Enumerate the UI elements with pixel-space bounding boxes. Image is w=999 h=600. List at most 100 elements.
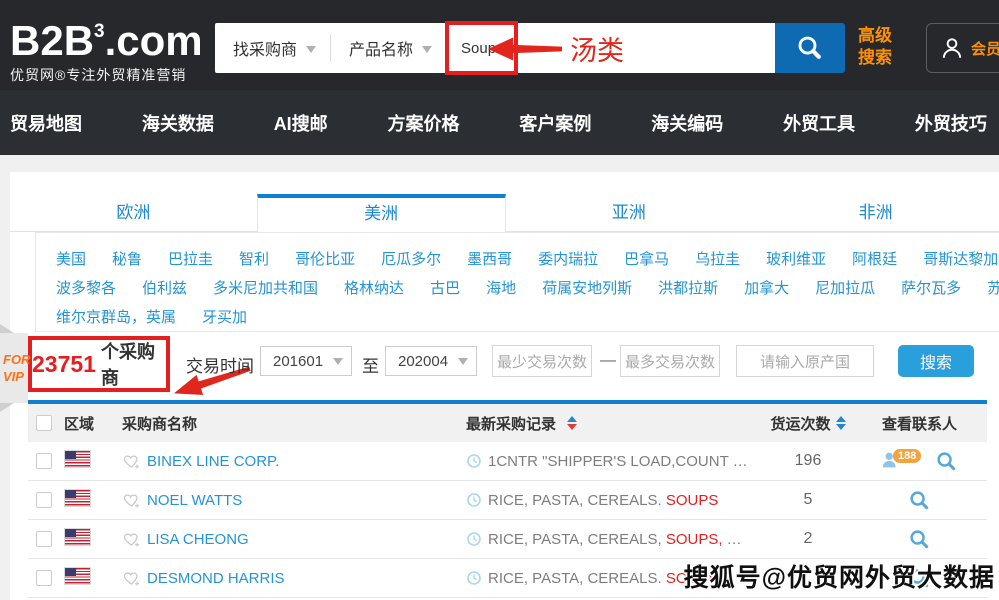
favorite-heart-icon[interactable]	[122, 569, 141, 588]
header-shipments[interactable]: 货运次数	[764, 413, 852, 434]
row-checkbox[interactable]	[36, 492, 52, 508]
buyer-count: 23751	[32, 350, 96, 377]
nav-item-customs-data[interactable]: 海关数据	[142, 110, 214, 136]
country-link[interactable]: 维尔京群岛，英属	[56, 306, 176, 327]
country-link[interactable]: 格林纳达	[344, 277, 404, 298]
row-checkbox[interactable]	[36, 453, 52, 469]
favorite-heart-icon[interactable]	[122, 452, 141, 471]
date-from-select[interactable]: 201601	[260, 346, 352, 376]
country-link[interactable]: 巴拉圭	[168, 248, 213, 269]
view-details-search-icon[interactable]	[908, 489, 931, 512]
country-link[interactable]: 智利	[239, 248, 269, 269]
country-link[interactable]: 哥伦比亚	[295, 248, 355, 269]
country-link[interactable]: 荷属安地列斯	[542, 277, 632, 298]
buyer-name-link[interactable]: BINEX LINE CORP.	[147, 453, 279, 470]
header-latest-record[interactable]: 最新采购记录	[466, 413, 764, 434]
clock-icon	[467, 571, 481, 585]
search-type-label: 找采购商	[233, 42, 298, 59]
nav-item-trade-tools[interactable]: 外贸工具	[783, 110, 855, 136]
date-to-select[interactable]: 202004	[385, 346, 477, 376]
row-checkbox[interactable]	[36, 531, 52, 547]
nav-item-trade-map[interactable]: 贸易地图	[10, 110, 82, 136]
member-button[interactable]: 会员	[926, 23, 999, 73]
member-label: 会员	[971, 40, 999, 58]
select-all-checkbox[interactable]	[36, 415, 52, 431]
advanced-search-line2: 搜索	[858, 48, 892, 67]
country-link[interactable]: 古巴	[430, 277, 460, 298]
us-flag-icon	[64, 488, 91, 507]
ribbon-line1: FOR	[3, 352, 31, 367]
nav-item-pricing[interactable]: 方案价格	[388, 110, 460, 136]
search-annotation: 汤类	[570, 36, 624, 66]
country-link[interactable]: 洪都拉斯	[658, 277, 718, 298]
buyer-name-link[interactable]: NOEL WATTS	[147, 492, 242, 509]
logo-suffix: .com	[104, 17, 203, 64]
sort-up-icon	[567, 416, 578, 422]
clock-icon	[467, 454, 481, 468]
site-logo[interactable]: B2B3.com 优贸网®专注外贸精准营销	[10, 10, 203, 85]
country-link[interactable]: 加拿大	[744, 277, 789, 298]
clock-icon	[467, 493, 481, 507]
country-link[interactable]: 乌拉圭	[695, 248, 740, 269]
chevron-down-icon	[422, 45, 433, 58]
favorite-heart-icon[interactable]	[122, 491, 141, 510]
tab-europe[interactable]: 欧洲	[10, 194, 257, 232]
country-link[interactable]: 美国	[56, 248, 86, 269]
us-flag-icon	[64, 527, 91, 546]
sort-icons[interactable]	[835, 416, 846, 430]
country-link[interactable]: 伯利兹	[142, 277, 187, 298]
nav-item-trade-tips[interactable]: 外贸技巧	[915, 110, 987, 136]
sort-up-icon	[835, 416, 846, 422]
country-link[interactable]: 尼加拉瓜	[815, 277, 875, 298]
country-link[interactable]: 牙买加	[202, 306, 247, 327]
date-from-value: 201601	[273, 352, 324, 370]
country-link[interactable]: 多米尼加共和国	[213, 277, 318, 298]
row-checkbox[interactable]	[36, 570, 52, 586]
search-type-dropdown[interactable]: 找采购商	[215, 23, 330, 73]
country-link[interactable]: 阿根廷	[852, 248, 897, 269]
country-link[interactable]: 秘鲁	[112, 248, 142, 269]
view-details-search-icon[interactable]	[935, 450, 958, 473]
main-nav: 贸易地图 海关数据 AI搜邮 方案价格 客户案例 海关编码 外贸工具 外贸技巧	[0, 90, 999, 155]
contacts-icon[interactable]: 188	[881, 449, 925, 473]
country-link[interactable]: 巴拿马	[624, 248, 669, 269]
tab-america[interactable]: 美洲	[256, 194, 506, 232]
buyer-name-link[interactable]: LISA CHEONG	[147, 531, 249, 548]
country-link[interactable]: 海地	[486, 277, 516, 298]
advanced-search-link[interactable]: 高级 搜索	[858, 25, 892, 69]
country-link[interactable]: 委内瑞拉	[538, 248, 598, 269]
chevron-down-icon	[458, 358, 468, 370]
purchase-record: RICE, PASTA, CEREALS, SOUPS, …	[488, 531, 742, 548]
min-transactions-input[interactable]: 最少交易次数	[492, 345, 592, 377]
country-link[interactable]: 萨尔瓦多	[901, 277, 961, 298]
sort-icons[interactable]	[567, 416, 578, 430]
view-details-search-icon[interactable]	[908, 528, 931, 551]
country-row-2: 波多黎各 伯利兹 多米尼加共和国 格林纳达 古巴 海地 荷属安地列斯 洪都拉斯 …	[56, 273, 999, 302]
origin-country-input[interactable]: 请输入原产国	[736, 345, 874, 377]
nav-item-cases[interactable]: 客户案例	[519, 110, 591, 136]
max-transactions-input[interactable]: 最多交易次数	[620, 345, 720, 377]
filter-search-button[interactable]: 搜索	[898, 345, 974, 377]
country-link[interactable]: 哥斯达黎加	[923, 248, 998, 269]
continent-tabs: 欧洲 美洲 亚洲 非洲	[10, 194, 999, 232]
header-latest-record-label: 最新采购记录	[466, 415, 557, 433]
header-shipments-label: 货运次数	[770, 415, 831, 433]
nav-item-ai-mail[interactable]: AI搜邮	[274, 110, 328, 136]
country-link[interactable]: 玻利维亚	[766, 248, 826, 269]
favorite-heart-icon[interactable]	[122, 530, 141, 549]
nav-item-hs-code[interactable]: 海关编码	[651, 110, 723, 136]
country-link[interactable]: 波多黎各	[56, 277, 116, 298]
country-link[interactable]: 厄瓜多尔	[381, 248, 441, 269]
buyer-name-link[interactable]: DESMOND HARRIS	[147, 570, 285, 587]
table-row: LISA CHEONG RICE, PASTA, CEREALS, SOUPS,…	[28, 520, 987, 559]
us-flag-icon	[64, 449, 91, 468]
country-link[interactable]: 墨西哥	[467, 248, 512, 269]
date-to-value: 202004	[398, 352, 449, 370]
tab-asia[interactable]: 亚洲	[505, 194, 753, 232]
search-field-dropdown[interactable]: 产品名称	[331, 23, 446, 73]
shipments-count: 5	[803, 491, 813, 508]
search-button[interactable]	[775, 23, 845, 73]
country-link[interactable]: 苏里南	[987, 277, 999, 298]
tab-africa[interactable]: 非洲	[752, 194, 999, 232]
for-vip-ribbon[interactable]: FOR VIP	[0, 324, 31, 412]
